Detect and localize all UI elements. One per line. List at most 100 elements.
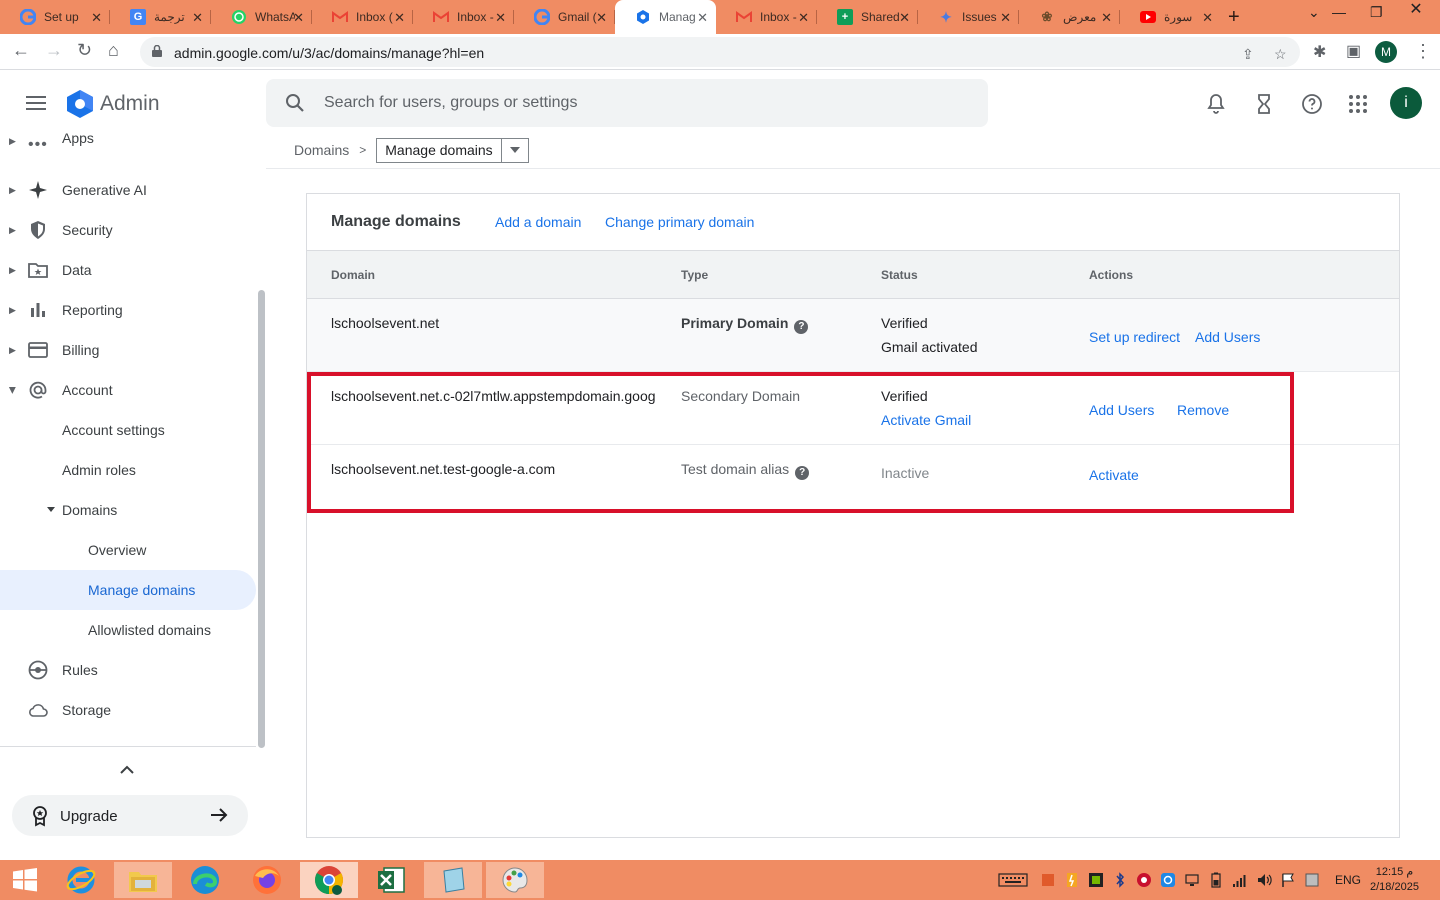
close-tab-icon[interactable]: ✕ [495,10,506,26]
close-tab-icon[interactable]: ✕ [1202,10,1213,26]
breadcrumb-domains-link[interactable]: Domains [294,142,349,158]
search-input[interactable]: Search for users, groups or settings [324,94,577,112]
taskbar-chrome[interactable] [300,862,358,898]
browser-profile-avatar[interactable]: M [1375,41,1397,63]
sidebar-item-storage[interactable]: Storage [0,690,256,730]
share-icon[interactable]: ⇪ [1242,46,1254,63]
close-tab-icon[interactable]: ✕ [192,10,203,26]
add-domain-link[interactable]: Add a domain [495,214,581,230]
sidebar-item-security[interactable]: ▶ Security [0,210,256,250]
side-panel-icon[interactable]: ▣ [1346,41,1361,61]
bookmark-star-icon[interactable]: ☆ [1274,46,1287,63]
help-icon[interactable] [1300,92,1324,116]
sidebar-item-account[interactable]: ▶ Account [0,370,256,410]
browser-tab-active[interactable]: Manag ✕ [615,0,716,34]
sidebar-scrollbar[interactable] [258,290,265,748]
volume-icon[interactable] [1256,872,1272,888]
help-icon[interactable]: ? [794,320,809,334]
close-tab-icon[interactable]: ✕ [697,10,708,26]
notifications-bell-icon[interactable] [1204,92,1228,116]
sidebar-item-generative-ai[interactable]: ▶ Generative AI [0,170,256,210]
close-tab-icon[interactable]: ✕ [1101,10,1112,26]
network-signal-icon[interactable] [1232,872,1248,888]
safe-removal-icon[interactable] [1304,872,1320,888]
close-tab-icon[interactable]: ✕ [1000,10,1011,26]
taskbar-edge[interactable] [176,862,234,898]
keyboard-icon[interactable] [998,872,1028,888]
sidebar-item-data[interactable]: ▶ Data [0,250,256,290]
extensions-icon[interactable]: ✱ [1313,42,1326,62]
browser-tab[interactable]: Inbox ( ✕ [312,0,413,34]
close-tab-icon[interactable]: ✕ [394,10,405,26]
beats-audio-icon[interactable] [1136,872,1152,888]
app-title[interactable]: Admin [100,92,160,116]
new-tab-icon[interactable]: + [1228,6,1240,29]
browser-tab[interactable]: ❀ معرض ✕ [1019,0,1120,34]
sidebar-item-manage-domains[interactable]: Manage domains [0,570,256,610]
sidebar-item-account-settings[interactable]: Account settings [0,410,256,450]
account-avatar[interactable]: i [1390,87,1422,119]
close-tab-icon[interactable]: ✕ [899,10,910,26]
browser-tab[interactable]: ✦ Issues ✕ [918,0,1019,34]
home-icon[interactable]: ⌂ [108,40,119,61]
change-primary-domain-link[interactable]: Change primary domain [605,214,754,230]
search-bar[interactable]: Search for users, groups or settings [266,79,988,127]
column-header-domain[interactable]: Domain [331,268,375,282]
sidebar-item-reporting[interactable]: ▶ Reporting [0,290,256,330]
battery-icon[interactable] [1208,872,1224,888]
sidebar-item-domains[interactable]: Domains [0,490,256,530]
close-tab-icon[interactable]: ✕ [293,10,304,26]
close-window-icon[interactable]: ✕ [1392,0,1440,34]
sidebar-item-admin-roles[interactable]: Admin roles [0,450,256,490]
start-button[interactable] [0,862,50,898]
main-menu-icon[interactable] [26,96,46,110]
sync-tray-icon[interactable] [1160,872,1176,888]
browser-tab[interactable]: Inbox - ✕ [413,0,514,34]
browser-menu-icon[interactable]: ⋮ [1414,41,1432,62]
tab-search-icon[interactable]: ⌄ [1308,4,1320,21]
sidebar-item-apps[interactable]: ▶ ••• Apps [0,130,256,160]
browser-tab[interactable]: WhatsA ✕ [211,0,312,34]
taskbar-firefox[interactable] [238,862,296,898]
taskbar-file-explorer[interactable] [114,862,172,898]
column-header-status[interactable]: Status [881,268,918,282]
system-clock[interactable]: 12:15 م 2/18/2025 [1370,865,1419,895]
taskbar-ie[interactable] [52,862,110,898]
nvidia-icon[interactable] [1088,872,1104,888]
minimize-icon[interactable]: — [1332,4,1346,20]
sidebar-item-allowlisted-domains[interactable]: Allowlisted domains [0,610,256,650]
browser-tab[interactable]: G ترجمة ✕ [110,0,211,34]
power-tray-icon[interactable] [1064,872,1080,888]
sidebar-item-overview[interactable]: Overview [0,530,256,570]
apps-grid-icon[interactable] [1346,92,1370,116]
browser-tab[interactable]: Gmail ( ✕ [514,0,615,34]
back-icon[interactable]: ← [12,40,30,61]
add-users-link[interactable]: Add Users [1195,329,1260,345]
action-center-flag-icon[interactable] [1280,872,1296,888]
input-language-indicator[interactable]: ENG [1335,873,1361,887]
taskbar-notes-app[interactable] [424,862,482,898]
restore-icon[interactable]: ❐ [1370,4,1383,21]
sidebar-item-rules[interactable]: Rules [0,650,256,690]
reload-icon[interactable]: ↻ [77,40,92,61]
sidebar-item-billing[interactable]: ▶ Billing [0,330,256,370]
browser-tab[interactable]: Inbox - ✕ [716,0,817,34]
taskbar-excel[interactable] [362,862,420,898]
browser-tab[interactable]: Set up ✕ [0,0,110,34]
column-header-type[interactable]: Type [681,268,708,282]
upgrade-button[interactable]: Upgrade [12,795,248,836]
display-tray-icon[interactable] [1184,872,1200,888]
hourglass-icon[interactable] [1252,92,1276,116]
close-tab-icon[interactable]: ✕ [798,10,809,26]
browser-tab[interactable]: سورة ✕ [1120,0,1221,34]
close-tab-icon[interactable]: ✕ [91,10,102,26]
set-up-redirect-link[interactable]: Set up redirect [1089,329,1180,345]
forward-icon[interactable]: → [45,40,63,61]
taskbar-paint[interactable] [486,862,544,898]
bluetooth-icon[interactable] [1112,872,1128,888]
security-tray-icon[interactable] [1040,872,1056,888]
url-field[interactable]: admin.google.com/u/3/ac/domains/manage?h… [140,37,1300,67]
browser-tab[interactable]: + Shared ✕ [817,0,918,34]
chevron-up-icon[interactable] [119,764,135,776]
close-tab-icon[interactable]: ✕ [596,10,607,26]
